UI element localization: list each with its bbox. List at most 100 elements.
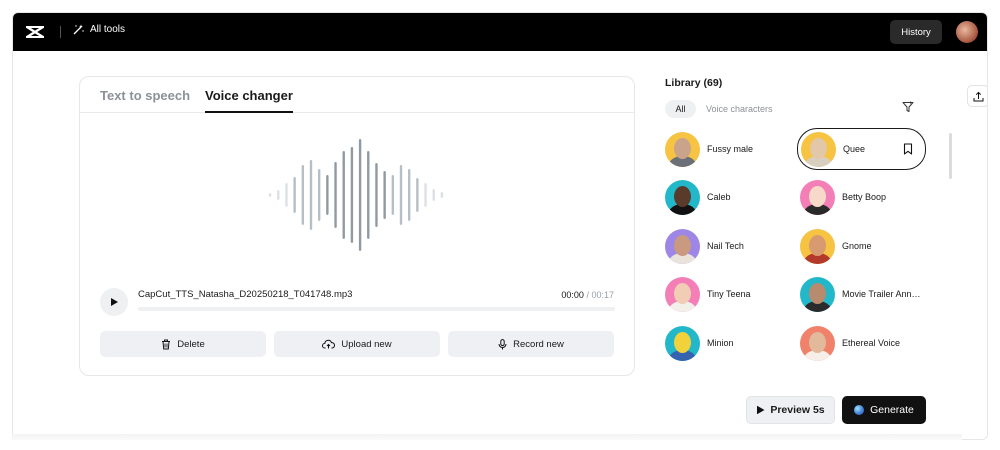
waveform-bar [383, 171, 386, 219]
waveform-bar [309, 160, 313, 230]
waveform-bar [375, 163, 378, 227]
voice-editor-card: Text to speech Voice changer CapCut_TTS_… [79, 76, 635, 376]
delete-label: Delete [177, 338, 205, 350]
library-filter-tabs: All Voice characters [665, 99, 773, 119]
waveform-bar [416, 178, 419, 212]
editor-tabs: Text to speech Voice changer [80, 77, 634, 113]
voice-name: Tiny Teena [707, 289, 751, 299]
preview-label: Preview 5s [770, 404, 825, 416]
record-new-button[interactable]: Record new [448, 331, 614, 357]
voice-item-minion[interactable]: Minion [665, 325, 734, 361]
voice-item-nail-tech[interactable]: Nail Tech [665, 228, 744, 264]
voice-name: Queen [843, 144, 865, 154]
play-icon [757, 405, 765, 415]
filter-icon[interactable] [902, 101, 914, 113]
history-button[interactable]: History [890, 20, 942, 44]
voice-item-tiny-teena[interactable]: Tiny Teena [665, 276, 751, 312]
voice-name: Caleb [707, 192, 731, 202]
active-tab-underline [205, 111, 293, 113]
voice-avatar [800, 276, 835, 312]
duration: 00:17 [591, 290, 614, 300]
voice-name: Gnome [842, 241, 872, 251]
voice-name: Ethereal Voice [842, 338, 901, 348]
trash-icon [162, 339, 171, 349]
audio-file-name: CapCut_TTS_Natasha_D20250218_T041748.mp3 [138, 289, 353, 300]
voice-item-fussy-male[interactable]: Fussy male [665, 131, 753, 167]
filter-voice-characters[interactable]: Voice characters [706, 104, 773, 114]
all-tools-link[interactable]: All tools [73, 24, 125, 35]
voice-item-ethereal-voice[interactable]: Ethereal Voice [800, 325, 900, 361]
waveform-bar [399, 165, 403, 225]
app-window: All tools History Text to speech Voice c… [12, 12, 988, 440]
time-separator: / [586, 290, 589, 300]
play-icon [111, 298, 118, 306]
waveform-bar [432, 189, 435, 201]
magic-wand-icon [73, 24, 84, 35]
generate-button[interactable]: Generate [842, 396, 926, 424]
generate-label: Generate [870, 404, 914, 416]
preview-button[interactable]: Preview 5s [746, 396, 835, 424]
bottom-edge [12, 434, 962, 440]
library-scrollbar[interactable] [949, 133, 952, 179]
voice-name: Fussy male [707, 144, 754, 154]
waveform-bar [391, 175, 395, 215]
voice-avatar [801, 131, 836, 167]
voice-avatar [665, 325, 700, 361]
voice-name: Betty Boop [842, 192, 887, 202]
current-time: 00:00 [561, 290, 584, 300]
voice-name: Nail Tech [707, 241, 744, 251]
voice-name: Minion [707, 338, 734, 348]
waveform-bar [334, 162, 337, 228]
delete-button[interactable]: Delete [100, 331, 266, 357]
waveform-bar [407, 169, 411, 221]
waveform-bar [367, 151, 370, 239]
waveform-bar [440, 192, 444, 198]
library-title: Library (69) [665, 77, 723, 89]
cloud-upload-icon [322, 339, 336, 349]
voice-avatar [800, 179, 835, 215]
waveform-bar [326, 175, 329, 215]
waveform-bar [293, 177, 296, 213]
record-new-label: Record new [513, 338, 564, 350]
microphone-icon [498, 338, 507, 349]
topbar-divider [60, 26, 61, 38]
tab-text-to-speech[interactable]: Text to speech [100, 88, 190, 103]
bookmark-icon[interactable] [903, 143, 913, 155]
voice-item-betty-boop[interactable]: Betty Boop [800, 179, 886, 215]
voice-item-queen[interactable]: Queen [797, 128, 926, 170]
voice-avatar [665, 179, 700, 215]
waveform-bar [350, 147, 354, 243]
waveform-bar [424, 183, 427, 207]
voice-item-caleb[interactable]: Caleb [665, 179, 731, 215]
audio-waveform [268, 139, 444, 251]
waveform-bar [301, 165, 305, 225]
playback-progress-bar[interactable] [138, 307, 615, 311]
upload-tray-icon [973, 91, 983, 101]
waveform-bar [317, 169, 321, 221]
waveform-bar [358, 139, 362, 251]
top-bar: All tools History [13, 13, 987, 51]
waveform-bar [285, 183, 288, 207]
capcut-logo-icon[interactable] [25, 23, 45, 41]
voice-name: Movie Trailer Announcer [842, 289, 922, 299]
play-button[interactable] [100, 288, 128, 316]
waveform-bar [342, 151, 345, 239]
upload-new-button[interactable]: Upload new [274, 331, 440, 357]
playback-time: 00:00 / 00:17 [561, 290, 614, 300]
voice-avatar [800, 325, 835, 361]
voice-item-movie-trailer-announcer[interactable]: Movie Trailer Announcer [800, 276, 922, 312]
generate-orb-icon [854, 405, 865, 415]
filter-all[interactable]: All [665, 100, 696, 118]
voice-avatar [665, 131, 700, 167]
voice-item-gnome[interactable]: Gnome [800, 228, 872, 264]
upload-new-label: Upload new [341, 338, 392, 350]
waveform-bar [277, 190, 280, 200]
tab-voice-changer[interactable]: Voice changer [205, 88, 293, 103]
voice-avatar [665, 228, 700, 264]
voice-avatar [665, 276, 700, 312]
user-avatar[interactable] [956, 21, 978, 43]
waveform-bar [268, 193, 272, 197]
voice-avatar [800, 228, 835, 264]
all-tools-label: All tools [90, 24, 126, 35]
export-icon[interactable] [967, 85, 987, 107]
